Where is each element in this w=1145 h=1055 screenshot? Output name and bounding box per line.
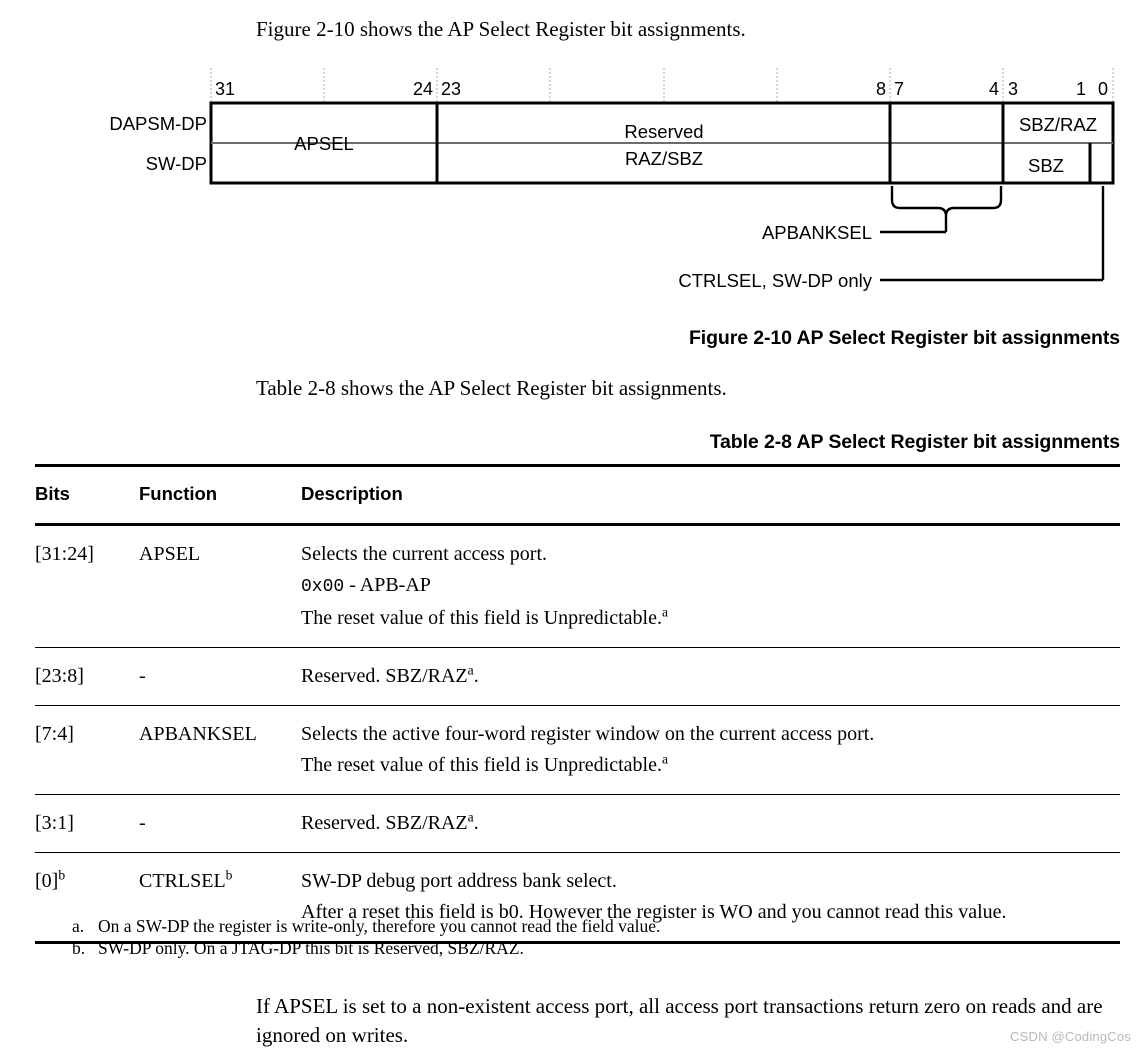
column-header-description: Description bbox=[301, 483, 403, 504]
callout-label-apbanksel: APBANKSEL bbox=[762, 222, 872, 243]
cell-bits: [3:1] bbox=[35, 794, 139, 853]
table-body: [31:24] APSEL Selects the current access p… bbox=[35, 523, 1120, 941]
closing-paragraph: If APSEL is set to a non-existent access… bbox=[256, 994, 1103, 1047]
bitfield-diagram: 31 24 23 8 7 4 3 1 0 DAPSM-DP SW-DP APSE… bbox=[0, 60, 1145, 300]
footnote-ref: b bbox=[58, 867, 66, 883]
cell-description: Selects the active four-word register wi… bbox=[301, 705, 1120, 795]
description-line: SW-DP debug port address bank select. bbox=[301, 870, 617, 892]
bit-number-0: 0 bbox=[1098, 79, 1108, 99]
table-row: [3:1] - Reserved. SBZ/RAZa. bbox=[35, 794, 1120, 853]
table-row: [7:4] APBANKSEL Selects the active four-wo… bbox=[35, 705, 1120, 795]
row-label-dapsm-dp: DAPSM-DP bbox=[109, 113, 207, 134]
bitfield-tick-marks bbox=[210, 68, 1114, 103]
footnote-marker: b. bbox=[72, 938, 86, 958]
footnote-ref: a bbox=[662, 604, 669, 620]
bit-number-7: 7 bbox=[894, 79, 904, 99]
footnote-ref: a bbox=[662, 751, 669, 767]
cell-description: Reserved. SBZ/RAZa. bbox=[301, 794, 1120, 853]
cell-function: APBANKSEL bbox=[139, 705, 301, 795]
bit-number-24: 24 bbox=[413, 79, 433, 99]
bit-number-4: 4 bbox=[989, 79, 999, 99]
field-label-reserved-line2: RAZ/SBZ bbox=[625, 148, 703, 169]
description-line: Reserved. SBZ/RAZa. bbox=[301, 662, 479, 687]
intro-text-figure: Figure 2-10 shows the AP Select Register… bbox=[256, 17, 746, 41]
table-row: [23:8] - Reserved. SBZ/RAZa. bbox=[35, 647, 1120, 706]
footnote-ref: a bbox=[467, 809, 474, 825]
watermark: CSDN @CodingCos bbox=[1010, 1029, 1131, 1044]
field-label-apsel: APSEL bbox=[294, 133, 354, 154]
description-line: Reserved. SBZ/RAZa. bbox=[301, 809, 479, 834]
field-label-reserved-line1: Reserved bbox=[624, 121, 703, 142]
column-header-function: Function bbox=[139, 483, 218, 504]
cell-bits: [31:24] bbox=[35, 523, 139, 648]
cell-bits: [23:8] bbox=[35, 647, 139, 706]
intro-text-table: Table 2-8 shows the AP Select Register b… bbox=[256, 376, 727, 400]
callout-label-ctrlsel: CTRLSEL, SW-DP only bbox=[678, 270, 872, 291]
footnotes-list: a. On a SW-DP the register is write-only,… bbox=[72, 915, 660, 959]
table-caption: Table 2-8 AP Select Register bit assignm… bbox=[709, 431, 1120, 453]
row-label-sw-dp: SW-DP bbox=[146, 153, 207, 174]
description-line: The reset value of this field is Unpredi… bbox=[301, 751, 669, 776]
bit-number-31: 31 bbox=[215, 79, 235, 99]
bit-number-1: 1 bbox=[1076, 79, 1086, 99]
bit-assignments-table: Bits Function Description [31:24] APSEL Se… bbox=[35, 464, 1120, 944]
cell-description: Selects the current access port. 0x00 - A… bbox=[301, 523, 1120, 648]
cell-function: - bbox=[139, 794, 301, 853]
footnote-ref: b bbox=[225, 867, 233, 883]
figure-caption: Figure 2-10 AP Select Register bit assig… bbox=[688, 327, 1120, 349]
hex-value: 0x00 bbox=[301, 577, 345, 597]
footnote-text: SW-DP only. On a JTAG-DP this bit is Res… bbox=[98, 938, 524, 958]
bit-number-3: 3 bbox=[1008, 79, 1018, 99]
footnote-marker: a. bbox=[72, 916, 85, 936]
cell-function: - bbox=[139, 647, 301, 706]
cell-bits: [7:4] bbox=[35, 705, 139, 795]
column-header-bits: Bits bbox=[35, 483, 70, 504]
table-header-row: Bits Function Description bbox=[35, 467, 1120, 525]
cell-function: APSEL bbox=[139, 523, 301, 648]
table-row: [31:24] APSEL Selects the current access p… bbox=[35, 523, 1120, 648]
cell-description: Reserved. SBZ/RAZa. bbox=[301, 647, 1120, 706]
description-line: The reset value of this field is Unpredi… bbox=[301, 604, 669, 629]
description-line: 0x00 - APB-AP bbox=[301, 574, 431, 597]
footnote-item: b. SW-DP only. On a JTAG-DP this bit is R… bbox=[72, 937, 660, 959]
apbanksel-brace bbox=[890, 186, 1003, 217]
footnote-ref: a bbox=[467, 662, 474, 678]
field-label-sbz: SBZ bbox=[1028, 155, 1064, 176]
footnote-item: a. On a SW-DP the register is write-only,… bbox=[72, 915, 660, 937]
footnote-text: On a SW-DP the register is write-only, t… bbox=[98, 916, 661, 936]
field-label-sbz-raz: SBZ/RAZ bbox=[1019, 114, 1097, 135]
bit-number-23: 23 bbox=[441, 79, 461, 99]
description-line: Selects the active four-word register wi… bbox=[301, 723, 875, 745]
bit-number-8: 8 bbox=[876, 79, 886, 99]
description-line: Selects the current access port. bbox=[301, 543, 548, 565]
